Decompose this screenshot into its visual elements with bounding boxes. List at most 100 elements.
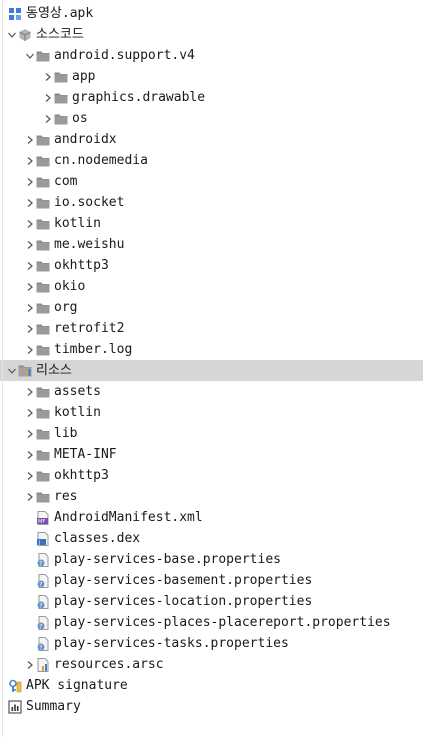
chevron-down-icon[interactable] <box>24 45 36 66</box>
folder-icon <box>54 112 68 126</box>
chevron-right-icon[interactable] <box>24 129 36 150</box>
unknown-file-icon: ? <box>36 615 50 630</box>
tree-item-label: res <box>54 489 78 504</box>
folder-icon <box>36 259 50 273</box>
tree-item-label: app <box>72 69 96 84</box>
chevron-right-icon[interactable] <box>24 234 36 255</box>
tree-item[interactable]: timber.log <box>0 339 423 360</box>
tree-item[interactable]: APK signature <box>0 675 423 696</box>
chevron-right-icon[interactable] <box>24 150 36 171</box>
tree-item-label: kotlin <box>54 405 101 420</box>
tree-item[interactable]: org <box>0 297 423 318</box>
chevron-right-icon[interactable] <box>24 423 36 444</box>
tree-item[interactable]: okio <box>0 276 423 297</box>
tree-item-label: timber.log <box>54 342 133 357</box>
svg-text:?: ? <box>39 560 42 567</box>
package-icon <box>18 28 32 42</box>
chevron-right-icon[interactable] <box>24 171 36 192</box>
folder-icon <box>36 343 50 357</box>
unknown-file-icon: ? <box>36 636 50 651</box>
svg-text:?: ? <box>39 623 42 630</box>
chevron-right-icon[interactable] <box>42 66 54 87</box>
tree-item[interactable]: ? play-services-basement.properties <box>0 570 423 591</box>
tree-item-label: play-services-places-placereport.propert… <box>54 615 391 630</box>
tree-item[interactable]: retrofit2 <box>0 318 423 339</box>
tree-item-label: play-services-base.properties <box>54 552 281 567</box>
tree-item[interactable]: Summary <box>0 696 423 717</box>
chevron-right-icon[interactable] <box>24 444 36 465</box>
tree-item[interactable]: app <box>0 66 423 87</box>
folder-icon <box>36 385 50 399</box>
tree-guide-line <box>2 0 3 737</box>
folder-icon <box>36 301 50 315</box>
tree-item[interactable]: 동영상.apk <box>0 3 423 24</box>
chevron-right-icon[interactable] <box>24 465 36 486</box>
tree-item[interactable]: io.socket <box>0 192 423 213</box>
tree-item[interactable]: META-INF <box>0 444 423 465</box>
chevron-right-icon[interactable] <box>24 192 36 213</box>
tree-item-label: android.support.v4 <box>54 48 195 63</box>
tree-item[interactable]: ? play-services-base.properties <box>0 549 423 570</box>
dex-file-icon: J <box>36 531 50 546</box>
chevron-right-icon[interactable] <box>24 297 36 318</box>
tree-item[interactable]: com <box>0 171 423 192</box>
unknown-file-icon: ? <box>36 573 50 588</box>
chevron-right-icon[interactable] <box>24 654 36 675</box>
chevron-right-icon[interactable] <box>24 381 36 402</box>
tree-item[interactable]: me.weishu <box>0 234 423 255</box>
chevron-down-icon[interactable] <box>6 360 18 381</box>
tree-item[interactable]: Jclasses.dex <box>0 528 423 549</box>
unknown-file-icon: ? <box>36 594 50 609</box>
folder-icon <box>36 49 50 63</box>
tree-item-label: okio <box>54 279 86 294</box>
tree-item[interactable]: androidx <box>0 129 423 150</box>
tree-item[interactable]: MF AndroidManifest.xml <box>0 507 423 528</box>
tree-item[interactable]: kotlin <box>0 402 423 423</box>
tree-item-label: os <box>72 111 88 126</box>
chevron-right-icon[interactable] <box>24 339 36 360</box>
chevron-right-icon[interactable] <box>24 318 36 339</box>
tree-item[interactable]: ? play-services-tasks.properties <box>0 633 423 654</box>
folder-icon <box>36 448 50 462</box>
tree-item-label: META-INF <box>54 447 117 462</box>
tree-item-label: 리소스 <box>36 363 72 378</box>
chevron-right-icon[interactable] <box>42 108 54 129</box>
tree-item-label: kotlin <box>54 216 101 231</box>
tree-item[interactable]: ? play-services-location.properties <box>0 591 423 612</box>
folder-icon <box>54 70 68 84</box>
tree-item[interactable]: kotlin <box>0 213 423 234</box>
chevron-right-icon[interactable] <box>24 255 36 276</box>
tree-item[interactable]: android.support.v4 <box>0 45 423 66</box>
tree-item-label: me.weishu <box>54 237 125 252</box>
tree-item[interactable]: okhttp3 <box>0 255 423 276</box>
apk-icon <box>8 7 22 21</box>
tree-item-label: lib <box>54 426 78 441</box>
chevron-right-icon[interactable] <box>24 276 36 297</box>
folder-icon <box>36 175 50 189</box>
tree-item[interactable]: resources.arsc <box>0 654 423 675</box>
tree-item-label: cn.nodemedia <box>54 153 148 168</box>
resources-folder-icon <box>18 364 32 378</box>
chevron-right-icon[interactable] <box>42 87 54 108</box>
chevron-right-icon[interactable] <box>24 402 36 423</box>
folder-icon <box>36 427 50 441</box>
chevron-right-icon[interactable] <box>24 486 36 507</box>
folder-icon <box>36 490 50 504</box>
tree-item[interactable]: assets <box>0 381 423 402</box>
tree-item[interactable]: ? play-services-places-placereport.proper… <box>0 612 423 633</box>
chevron-down-icon[interactable] <box>6 24 18 45</box>
tree-item[interactable]: 소스코드 <box>0 24 423 45</box>
folder-icon <box>36 196 50 210</box>
tree-item[interactable]: res <box>0 486 423 507</box>
tree-item[interactable]: lib <box>0 423 423 444</box>
tree-item[interactable]: okhttp3 <box>0 465 423 486</box>
tree-item[interactable]: cn.nodemedia <box>0 150 423 171</box>
svg-text:J: J <box>38 540 40 546</box>
chevron-right-icon[interactable] <box>24 213 36 234</box>
tree-item[interactable]: 리소스 <box>0 360 423 381</box>
file-tree: 동영상.apk 소스코드 android.support.v4 app graphics… <box>0 0 423 737</box>
tree-item[interactable]: graphics.drawable <box>0 87 423 108</box>
tree-item[interactable]: os <box>0 108 423 129</box>
